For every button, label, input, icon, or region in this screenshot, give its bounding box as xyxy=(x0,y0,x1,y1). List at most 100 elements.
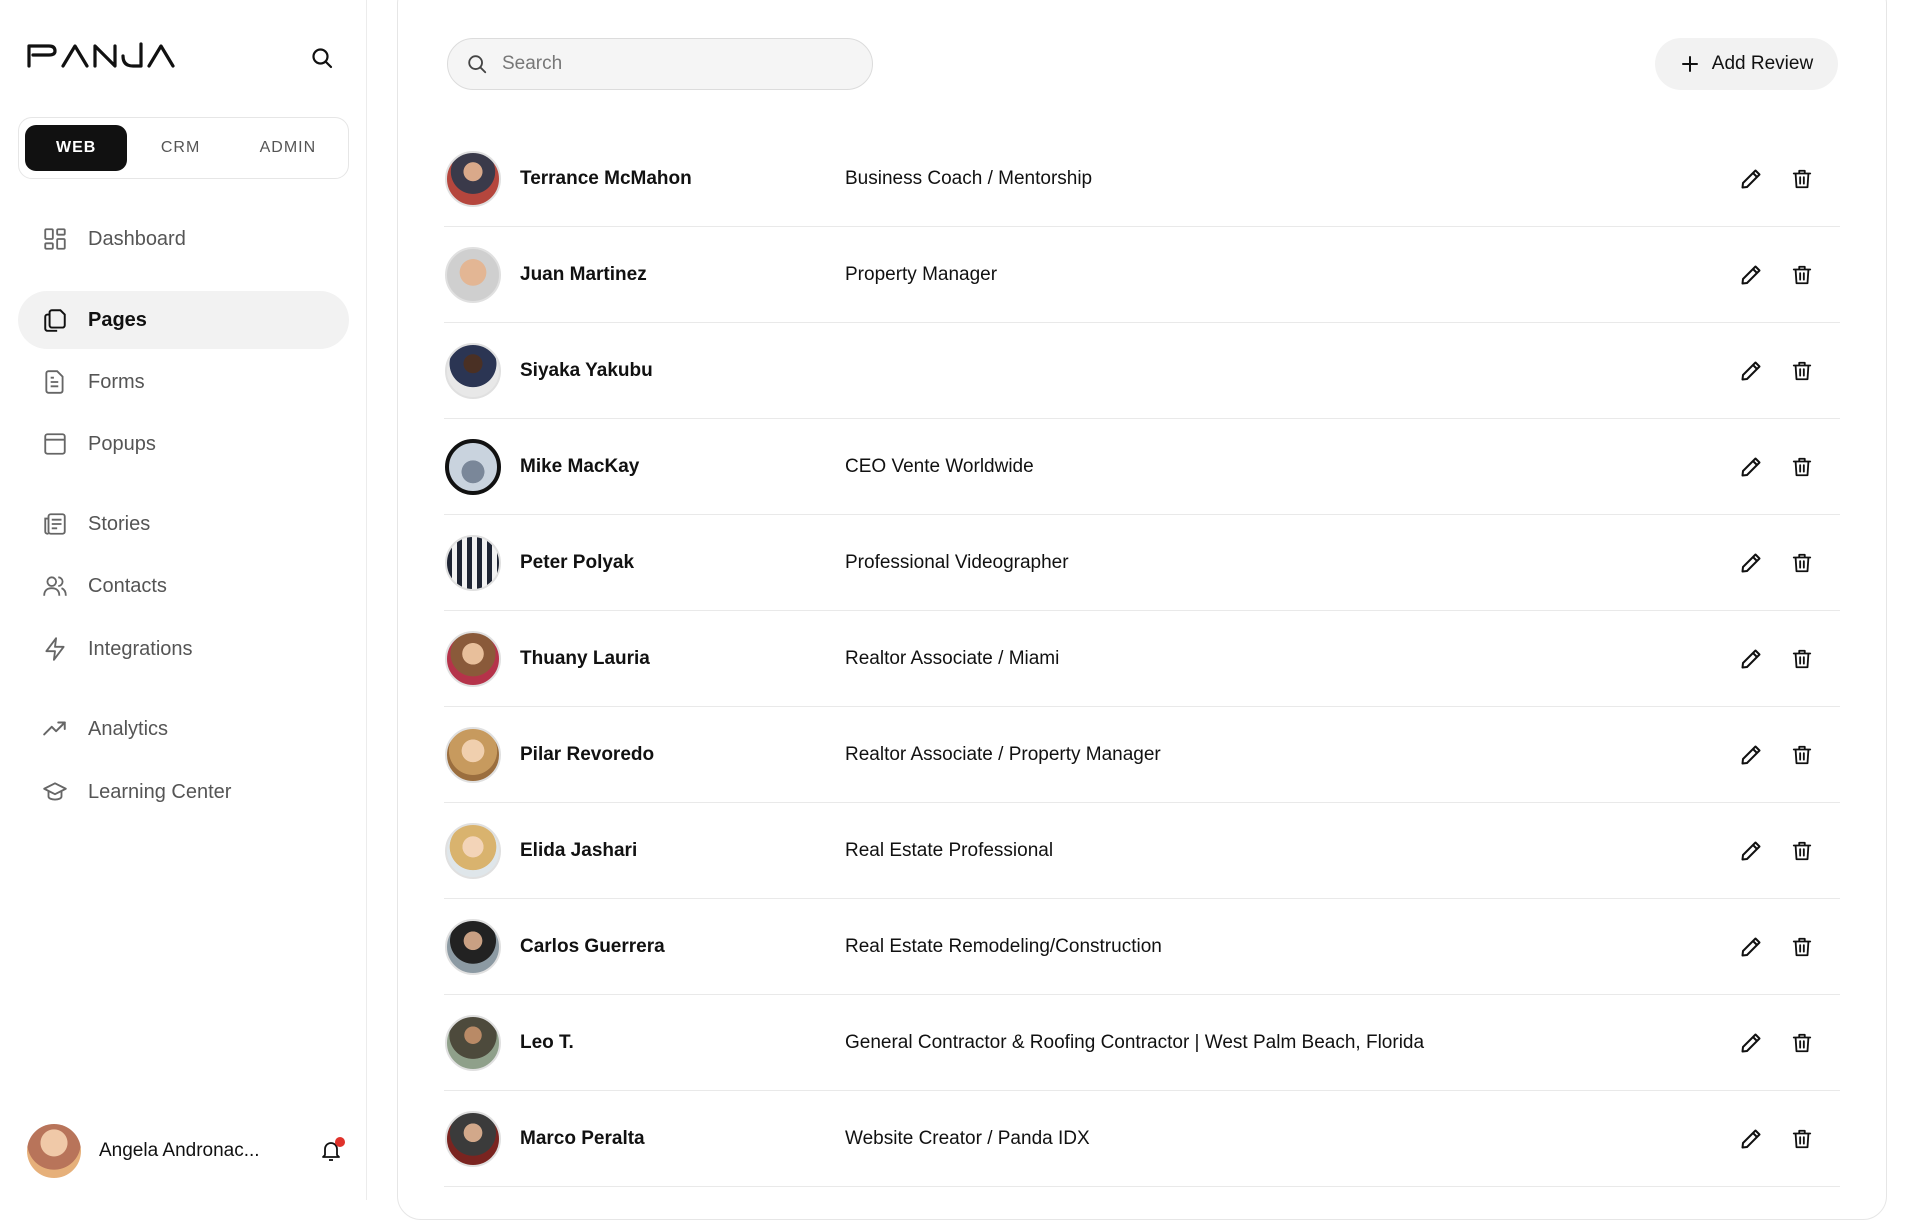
list-item[interactable]: Marco Peralta Website Creator / Panda ID… xyxy=(444,1091,1840,1187)
reviewer-name: Thuany Lauria xyxy=(520,647,650,669)
nav-contacts[interactable]: Contacts xyxy=(18,557,349,615)
avatar xyxy=(445,630,501,687)
edit-button[interactable] xyxy=(1735,739,1767,771)
delete-button[interactable] xyxy=(1786,163,1818,195)
integrations-icon xyxy=(42,636,68,662)
edit-button[interactable] xyxy=(1735,259,1767,291)
notifications-button[interactable] xyxy=(315,1135,347,1167)
delete-button[interactable] xyxy=(1786,547,1818,579)
nav-label: Forms xyxy=(88,370,145,393)
sidebar-search-button[interactable] xyxy=(306,42,338,74)
pencil-icon xyxy=(1741,649,1761,668)
trash-icon xyxy=(1792,745,1812,764)
pencil-icon xyxy=(1741,265,1761,284)
delete-button[interactable] xyxy=(1786,259,1818,291)
pages-icon xyxy=(42,307,68,333)
delete-button[interactable] xyxy=(1786,739,1818,771)
user-profile[interactable]: Angela Andronac... xyxy=(27,1123,347,1179)
search-icon xyxy=(312,48,333,69)
add-review-button[interactable]: Add Review xyxy=(1655,38,1838,90)
nav-label: Learning Center xyxy=(88,780,232,803)
nav-label: Integrations xyxy=(88,637,193,660)
reviewer-role: Professional Videographer xyxy=(845,551,1069,573)
reviewer-name: Mike MacKay xyxy=(520,455,640,477)
dashboard-icon xyxy=(42,226,68,252)
nav-learning-center[interactable]: Learning Center xyxy=(18,763,349,821)
list-item[interactable]: Siyaka Yakubu xyxy=(444,323,1840,419)
contacts-icon xyxy=(42,573,68,599)
list-item[interactable]: Pilar Revoredo Realtor Associate / Prope… xyxy=(444,707,1840,803)
list-item[interactable]: Juan Martinez Property Manager xyxy=(444,227,1840,323)
edit-button[interactable] xyxy=(1735,1027,1767,1059)
segment-admin[interactable]: ADMIN xyxy=(234,125,342,171)
edit-button[interactable] xyxy=(1735,1123,1767,1155)
list-item[interactable]: Mike MacKay CEO Vente Worldwide xyxy=(444,419,1840,515)
trash-icon xyxy=(1792,457,1812,476)
list-item[interactable]: Terrance McMahon Business Coach / Mentor… xyxy=(444,131,1840,227)
edit-button[interactable] xyxy=(1735,643,1767,675)
list-item[interactable]: Elida Jashari Real Estate Professional xyxy=(444,803,1840,899)
reviewer-name: Peter Polyak xyxy=(520,551,635,573)
reviewer-role: Real Estate Professional xyxy=(845,839,1054,861)
trash-icon xyxy=(1792,553,1812,572)
list-item[interactable]: Leo T. General Contractor & Roofing Cont… xyxy=(444,995,1840,1091)
search-icon xyxy=(468,55,487,74)
avatar xyxy=(445,726,501,783)
reviewer-name: Elida Jashari xyxy=(520,839,638,861)
edit-button[interactable] xyxy=(1735,931,1767,963)
edit-button[interactable] xyxy=(1735,163,1767,195)
trash-icon xyxy=(1792,937,1812,956)
nav-popups[interactable]: Popups xyxy=(18,415,349,473)
nav-dashboard[interactable]: Dashboard xyxy=(18,210,349,268)
segment-crm[interactable]: CRM xyxy=(131,125,229,171)
nav-stories[interactable]: Stories xyxy=(18,495,349,553)
delete-button[interactable] xyxy=(1786,1123,1818,1155)
avatar xyxy=(445,918,501,975)
list-item[interactable]: Peter Polyak Professional Videographer xyxy=(444,515,1840,611)
pencil-icon xyxy=(1741,457,1761,476)
reviewer-name: Terrance McMahon xyxy=(520,167,692,189)
nav-integrations[interactable]: Integrations xyxy=(18,620,349,678)
trash-icon xyxy=(1792,649,1812,668)
search-input[interactable] xyxy=(500,52,840,76)
add-review-label: Add Review xyxy=(1711,53,1814,74)
panda-logo[interactable] xyxy=(27,40,187,70)
pencil-icon xyxy=(1741,361,1761,380)
sidebar: WEB CRM ADMIN Dashboard Pages Forms Popu… xyxy=(0,0,367,1200)
nav-label: Contacts xyxy=(88,574,167,597)
list-item[interactable]: Thuany Lauria Realtor Associate / Miami xyxy=(444,611,1840,707)
nav-forms[interactable]: Forms xyxy=(18,353,349,411)
delete-button[interactable] xyxy=(1786,451,1818,483)
segment-web[interactable]: WEB xyxy=(25,125,128,171)
reviewer-name: Pilar Revoredo xyxy=(520,743,655,765)
nav-label: Pages xyxy=(88,308,147,331)
edit-button[interactable] xyxy=(1735,547,1767,579)
avatar xyxy=(445,1110,501,1167)
edit-button[interactable] xyxy=(1735,835,1767,867)
reviewer-name: Siyaka Yakubu xyxy=(520,359,653,381)
reviewer-role: Business Coach / Mentorship xyxy=(845,167,1093,189)
list-item[interactable]: Carlos Guerrera Real Estate Remodeling/C… xyxy=(444,899,1840,995)
delete-button[interactable] xyxy=(1786,835,1818,867)
nav-analytics[interactable]: Analytics xyxy=(18,700,349,758)
search-bar[interactable] xyxy=(447,38,873,90)
delete-button[interactable] xyxy=(1786,1027,1818,1059)
nav-pages[interactable]: Pages xyxy=(18,291,349,349)
pencil-icon xyxy=(1741,553,1761,572)
trash-icon xyxy=(1792,1033,1812,1052)
trash-icon xyxy=(1792,841,1812,860)
delete-button[interactable] xyxy=(1786,355,1818,387)
pencil-icon xyxy=(1741,937,1761,956)
edit-button[interactable] xyxy=(1735,451,1767,483)
reviewer-role: CEO Vente Worldwide xyxy=(845,455,1034,477)
avatar xyxy=(445,1014,501,1071)
delete-button[interactable] xyxy=(1786,931,1818,963)
reviewer-name: Marco Peralta xyxy=(520,1127,645,1149)
trash-icon xyxy=(1792,1129,1812,1148)
pencil-icon xyxy=(1741,169,1761,188)
edit-button[interactable] xyxy=(1735,355,1767,387)
avatar xyxy=(445,438,501,495)
stories-icon xyxy=(42,511,68,537)
delete-button[interactable] xyxy=(1786,643,1818,675)
trash-icon xyxy=(1792,265,1812,284)
